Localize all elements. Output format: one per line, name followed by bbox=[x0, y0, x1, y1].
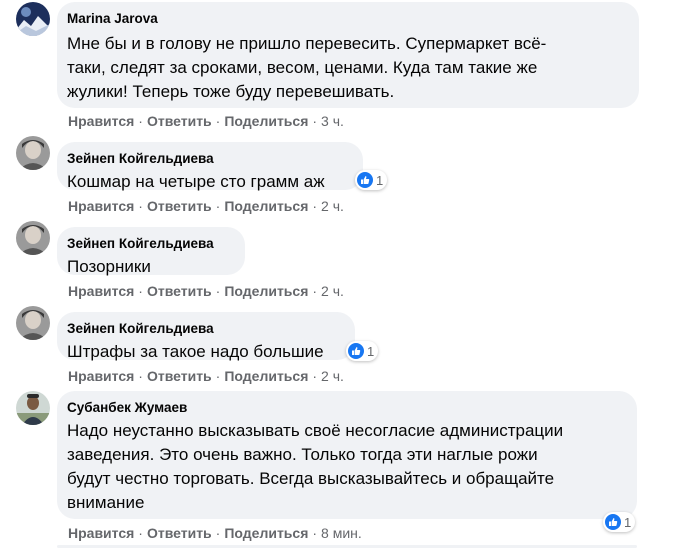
comment-bubble: Marina Jarova Мне бы и в голову не пришл… bbox=[57, 2, 639, 108]
separator: · bbox=[312, 525, 318, 541]
avatar[interactable] bbox=[16, 221, 50, 255]
share-link[interactable]: Поделиться bbox=[224, 525, 308, 541]
reply-link[interactable]: Ответить bbox=[147, 525, 212, 541]
comment-bubble: Зейнеп Койгельдиева Штрафы за такое надо… bbox=[57, 312, 355, 361]
separator: · bbox=[312, 283, 318, 299]
comment-timestamp[interactable]: 3 ч. bbox=[321, 113, 344, 129]
comment-text: Надо неустанно высказывать своё несоглас… bbox=[67, 421, 564, 512]
avatar[interactable] bbox=[16, 2, 50, 36]
separator: · bbox=[138, 198, 143, 214]
thumbs-up-icon bbox=[605, 514, 621, 530]
reply-link[interactable]: Ответить bbox=[147, 113, 212, 129]
comment-bubble: Зейнеп Койгельдиева Позорники bbox=[57, 227, 245, 276]
reaction-number: 1 bbox=[624, 514, 632, 530]
like-link[interactable]: Нравится bbox=[68, 198, 134, 214]
comment-text: Позорники bbox=[67, 257, 151, 276]
separator: · bbox=[215, 113, 221, 129]
comment-timestamp[interactable]: 2 ч. bbox=[321, 198, 344, 214]
separator: · bbox=[215, 368, 221, 384]
reply-link[interactable]: Ответить bbox=[147, 368, 212, 384]
share-link[interactable]: Поделиться bbox=[224, 113, 308, 129]
reaction-count[interactable]: 1 bbox=[603, 512, 636, 532]
comment-author[interactable]: Marina Jarova bbox=[67, 10, 627, 28]
separator: · bbox=[138, 283, 143, 299]
avatar[interactable] bbox=[16, 136, 50, 170]
comment-actions: Нравится · Ответить · Поделиться · 8 мин. bbox=[68, 524, 362, 542]
comment-timestamp[interactable]: 2 ч. bbox=[321, 368, 344, 384]
separator: · bbox=[215, 525, 221, 541]
comment-actions: Нравится · Ответить · Поделиться · 2 ч. bbox=[68, 367, 344, 385]
like-link[interactable]: Нравится bbox=[68, 283, 134, 299]
like-link[interactable]: Нравится bbox=[68, 525, 134, 541]
separator: · bbox=[312, 368, 318, 384]
avatar[interactable] bbox=[16, 306, 50, 340]
comment-author[interactable]: Зейнеп Койгельдиева bbox=[67, 235, 233, 253]
reaction-count[interactable]: 1 bbox=[346, 341, 379, 361]
separator: · bbox=[138, 368, 143, 384]
separator: · bbox=[215, 283, 221, 299]
comment-author[interactable]: Зейнеп Койгельдиева bbox=[67, 320, 343, 338]
separator: · bbox=[215, 198, 221, 214]
reply-link[interactable]: Ответить bbox=[147, 283, 212, 299]
avatar[interactable] bbox=[16, 391, 50, 425]
comment-actions: Нравится · Ответить · Поделиться · 2 ч. bbox=[68, 197, 344, 215]
thumbs-up-icon bbox=[348, 343, 364, 359]
comment-actions: Нравится · Ответить · Поделиться · 3 ч. bbox=[68, 112, 344, 130]
reaction-number: 1 bbox=[367, 343, 375, 359]
comment-text: Кошмар на четыре сто грамм аж bbox=[67, 172, 325, 191]
separator: · bbox=[138, 525, 143, 541]
like-link[interactable]: Нравится bbox=[68, 368, 134, 384]
comment-text: Мне бы и в голову не пришло перевесить. … bbox=[67, 34, 547, 101]
separator: · bbox=[312, 198, 318, 214]
comment-bubble: Зейнеп Койгельдиева Кошмар на четыре сто… bbox=[57, 142, 363, 191]
reply-link[interactable]: Ответить bbox=[147, 198, 212, 214]
reaction-count[interactable]: 1 bbox=[355, 170, 388, 190]
comment-timestamp[interactable]: 8 мин. bbox=[321, 525, 362, 541]
like-link[interactable]: Нравится bbox=[68, 113, 134, 129]
comment-bubble: Субанбек Жумаев Надо неустанно высказыва… bbox=[57, 391, 637, 519]
comment-text: Штрафы за такое надо большие bbox=[67, 342, 324, 361]
share-link[interactable]: Поделиться bbox=[224, 368, 308, 384]
comment-timestamp[interactable]: 2 ч. bbox=[321, 283, 344, 299]
comment-actions: Нравится · Ответить · Поделиться · 2 ч. bbox=[68, 282, 344, 300]
comment-author[interactable]: Субанбек Жумаев bbox=[67, 399, 625, 417]
separator: · bbox=[138, 113, 143, 129]
share-link[interactable]: Поделиться bbox=[224, 198, 308, 214]
thumbs-up-icon bbox=[357, 172, 373, 188]
reaction-number: 1 bbox=[376, 172, 384, 188]
share-link[interactable]: Поделиться bbox=[224, 283, 308, 299]
separator: · bbox=[312, 113, 318, 129]
comment-author[interactable]: Зейнеп Койгельдиева bbox=[67, 150, 351, 168]
